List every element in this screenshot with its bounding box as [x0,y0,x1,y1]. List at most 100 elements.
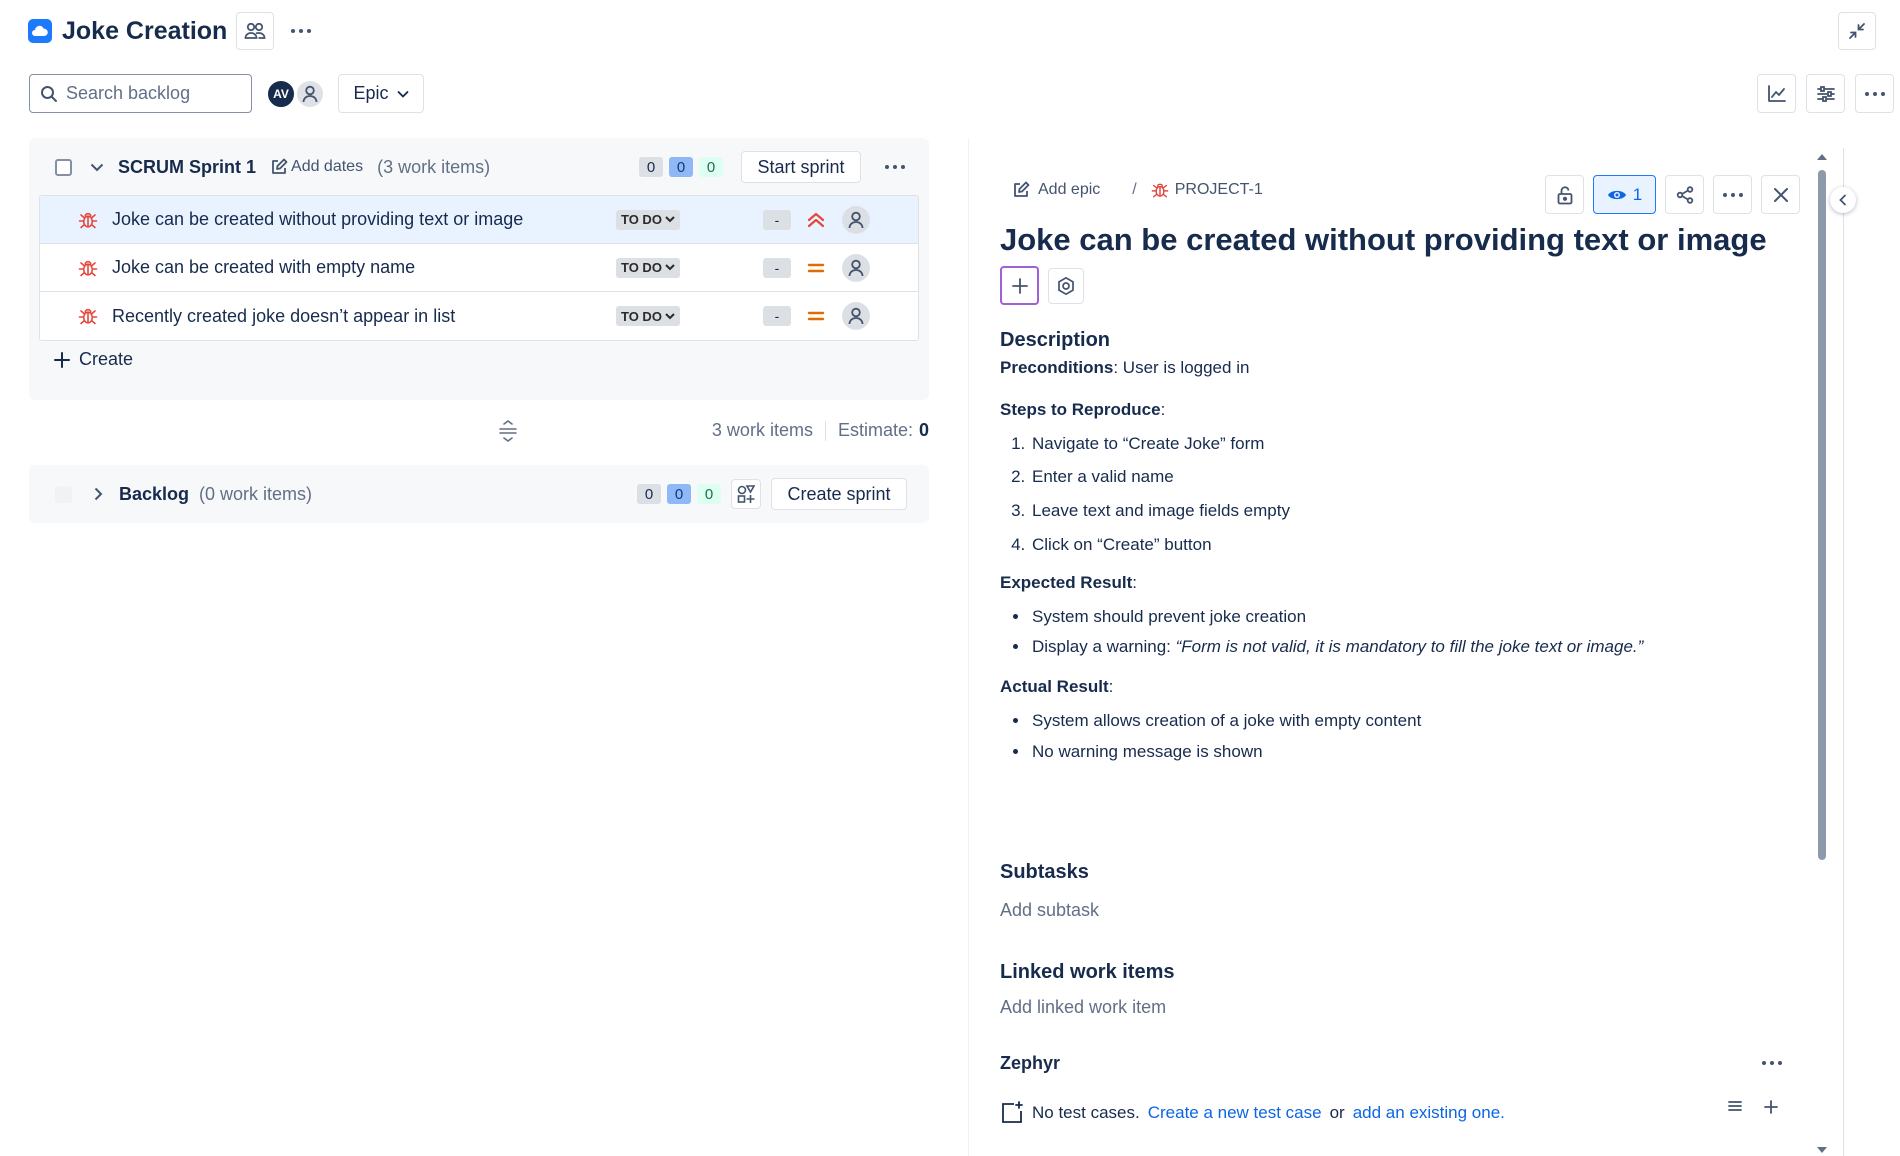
issue-summary-title[interactable]: Joke can be created without providing te… [1000,222,1780,258]
expected-heading: Expected Result: [1000,571,1780,595]
sprint-select-checkbox[interactable] [55,158,72,176]
insights-button[interactable] [1757,74,1796,113]
preconditions-label: Preconditions [1000,358,1114,377]
assignee-avatar[interactable] [842,205,870,234]
chevron-right-icon[interactable] [94,487,103,501]
no-test-cases-text: No test cases. [1032,1103,1140,1122]
table-row[interactable]: Joke can be created with empty name TO D… [40,244,918,292]
sprint-more-button[interactable] [875,151,915,183]
search-icon [41,85,57,102]
priority-medium-icon[interactable] [806,306,826,326]
close-detail-button[interactable] [1761,175,1800,214]
status-label: TO DO [621,260,662,275]
story-points-estimate[interactable]: - [763,257,791,278]
backlog-select-checkbox[interactable] [55,485,72,503]
user-icon [848,211,864,228]
search-box[interactable] [29,74,252,113]
status-dropdown[interactable]: TO DO [616,209,680,230]
preconditions-text: : User is logged in [1113,358,1250,377]
divider [1843,148,1844,1156]
story-points-estimate[interactable]: - [763,306,791,326]
shapes-icon [737,485,756,503]
collapse-sidebar-button[interactable] [1830,187,1856,213]
search-input[interactable] [66,83,236,104]
header-more-button[interactable] [286,16,316,46]
zephyr-add-button[interactable] [1763,1099,1779,1115]
add-existing-test-case-link[interactable]: add an existing one. [1353,1103,1505,1123]
detail-scrollbar[interactable] [1818,170,1826,860]
expected-suffix: : [1132,572,1137,592]
user-icon [848,307,864,325]
organize-backlog-button[interactable] [731,479,761,509]
unassigned-avatar[interactable] [295,79,325,109]
breadcrumb: Add epic / PROJECT-1 [1012,181,1263,199]
bug-icon [1151,183,1169,198]
status-dropdown[interactable]: TO DO [616,306,680,326]
list-item: Display a warning: “Form is not valid, i… [1030,635,1780,659]
add-content-button[interactable] [1000,266,1039,305]
zephyr-more-button[interactable] [1757,1051,1787,1075]
zephyr-list-view-button[interactable] [1727,1099,1743,1113]
issue-title[interactable]: Joke can be created with empty name [112,257,612,278]
apps-button[interactable] [1048,268,1084,304]
sprint-header: SCRUM Sprint 1 Add dates (3 work items) … [29,138,929,196]
in-progress-count-badge: 0 [669,157,693,177]
assignee-avatar[interactable] [842,253,870,282]
plus-icon [54,351,70,368]
restrictions-button[interactable] [1545,175,1584,214]
edit-icon [272,158,288,174]
start-sprint-button[interactable]: Start sprint [741,151,861,183]
new-test-case-icon [1002,1101,1023,1123]
scroll-up-arrow[interactable] [1815,152,1829,162]
watch-button[interactable]: 1 [1593,175,1656,214]
minimize-button[interactable] [1838,12,1876,50]
steps-heading: Steps to Reproduce: [1000,398,1780,422]
add-linked-item-link[interactable]: Add linked work item [1000,997,1166,1018]
issue-more-button[interactable] [1713,175,1752,214]
create-sprint-button[interactable]: Create sprint [771,478,907,510]
share-icon [1676,185,1693,204]
status-dropdown[interactable]: TO DO [616,257,680,278]
expected-warning-quote: “Form is not valid, it is mandatory to f… [1175,637,1644,657]
steps-suffix: : [1160,399,1166,419]
sprint-resize-handle[interactable] [498,420,518,442]
table-row[interactable]: Joke can be created without providing te… [40,196,918,244]
team-button[interactable] [236,12,275,50]
description-section[interactable]: Description Preconditions: User is logge… [1000,326,1780,771]
scroll-down-arrow[interactable] [1815,1145,1829,1155]
actual-suffix: : [1108,677,1114,697]
more-actions-button[interactable] [1855,74,1894,113]
add-subtask-link[interactable]: Add subtask [1000,900,1099,921]
sprint-status-counts: 0 0 0 [639,157,723,177]
edit-icon [1014,181,1030,197]
story-points-estimate[interactable]: - [763,209,791,230]
priority-highest-icon[interactable] [806,210,826,230]
done-count-badge: 0 [699,157,723,177]
create-label: Create [79,349,134,369]
add-dates-link[interactable]: Add dates [270,158,363,176]
table-row[interactable]: Recently created joke doesn’t appear in … [40,292,918,340]
issue-title[interactable]: Recently created joke doesn’t appear in … [112,306,612,327]
actual-heading: Actual Result: [1000,675,1780,699]
more-horizontal-icon [1864,91,1885,96]
issue-title[interactable]: Joke can be created without providing te… [112,209,612,230]
share-button[interactable] [1665,175,1704,214]
view-settings-button[interactable] [1806,74,1845,113]
avatar[interactable]: AV [266,79,296,109]
priority-medium-icon[interactable] [806,258,826,278]
create-issue-button[interactable]: Create [53,349,133,370]
chevron-down-icon[interactable] [90,163,104,172]
issue-key-link[interactable]: PROJECT-1 [1151,181,1263,199]
user-icon [848,259,864,276]
subtasks-heading: Subtasks [1000,861,1089,883]
bug-icon [78,260,98,276]
epic-filter-dropdown[interactable]: Epic [338,74,424,113]
assignee-avatar[interactable] [842,302,870,330]
add-epic-link[interactable]: Add epic [1012,181,1100,199]
cog-icon [1058,276,1074,296]
list-item: System allows creation of a joke with em… [1030,709,1780,733]
sprint-summary: 3 work items Estimate: 0 [29,418,929,446]
minimize-icon [1849,23,1865,39]
create-test-case-link[interactable]: Create a new test case [1148,1103,1322,1123]
summary-item-count: 3 work items [711,420,813,440]
